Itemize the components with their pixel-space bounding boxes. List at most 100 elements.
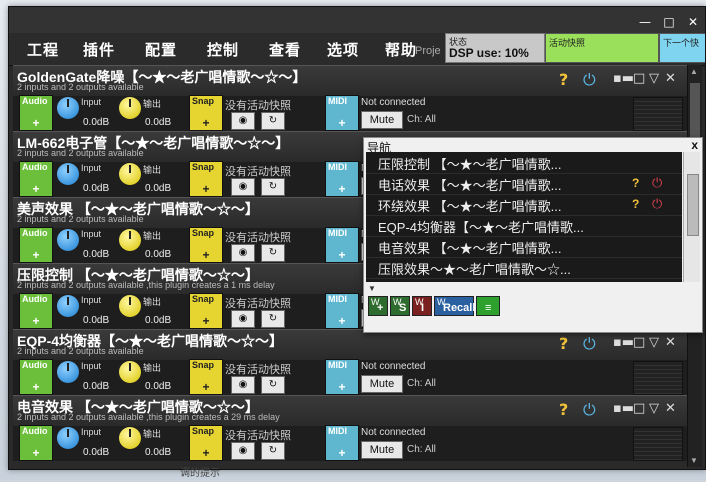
navigator-item[interactable]: EQP-4均衡器【～★～老广唱情歌...: [366, 215, 682, 237]
midi-button[interactable]: MIDI +: [325, 293, 359, 329]
midi-button[interactable]: MIDI +: [325, 227, 359, 263]
refresh-icon[interactable]: ↻: [261, 310, 285, 328]
menu-help[interactable]: 帮助: [385, 39, 417, 60]
maximize-button[interactable]: □: [661, 15, 677, 29]
refresh-icon[interactable]: ↻: [261, 178, 285, 196]
input-gain-knob[interactable]: [57, 163, 79, 185]
options-icon[interactable]: ▪▬: [613, 401, 634, 416]
output-gain-knob[interactable]: [119, 361, 141, 383]
navigator-item[interactable]: 压限效果～★～老广唱情歌～☆...: [366, 257, 682, 279]
navigator-action-button[interactable]: W Recall: [434, 296, 475, 316]
navigator-item[interactable]: 环绕效果 【～★～老广唱情歌...? ⏻: [366, 194, 682, 216]
output-gain-knob[interactable]: [119, 229, 141, 251]
output-gain-knob[interactable]: [119, 97, 141, 119]
input-gain-knob[interactable]: [57, 295, 79, 317]
output-gain-knob[interactable]: [119, 163, 141, 185]
close-button[interactable]: ✕: [685, 15, 701, 29]
snapshot-button[interactable]: Snap +: [189, 293, 223, 329]
options-icon[interactable]: ▪▬: [613, 71, 634, 86]
navigator-item[interactable]: 美声效果 【～★～老广唱情歌: [366, 278, 682, 282]
navigator-scroll-thumb[interactable]: [687, 174, 699, 236]
collapse-icon[interactable]: ▽: [649, 335, 659, 350]
camera-icon[interactable]: ◉: [231, 310, 255, 328]
active-snapshot-box[interactable]: 活动快照: [545, 33, 659, 63]
help-icon[interactable]: ?: [632, 176, 639, 190]
scroll-down-icon[interactable]: ▼: [690, 456, 698, 465]
camera-icon[interactable]: ◉: [231, 244, 255, 262]
navigator-close-icon[interactable]: x: [691, 138, 698, 152]
snapshot-button[interactable]: Snap +: [189, 95, 223, 131]
next-snapshot-box[interactable]: 下一个快: [659, 33, 705, 63]
camera-icon[interactable]: ◉: [231, 376, 255, 394]
audio-routing-button[interactable]: Audio +: [19, 293, 53, 329]
camera-icon[interactable]: ◉: [231, 112, 255, 130]
menu-control[interactable]: 控制: [207, 39, 239, 60]
audio-routing-button[interactable]: Audio +: [19, 161, 53, 197]
remove-icon[interactable]: ✕: [665, 401, 676, 416]
remove-icon[interactable]: ✕: [665, 71, 676, 86]
mute-button[interactable]: Mute: [361, 111, 403, 129]
remove-icon[interactable]: ✕: [665, 335, 676, 350]
midi-button[interactable]: MIDI +: [325, 359, 359, 395]
menu-config[interactable]: 配置: [145, 39, 177, 60]
help-icon[interactable]: ?: [632, 197, 639, 211]
input-gain-knob[interactable]: [57, 229, 79, 251]
collapse-icon[interactable]: ▽: [649, 71, 659, 86]
menu-view[interactable]: 查看: [269, 39, 301, 60]
midi-button[interactable]: MIDI +: [325, 95, 359, 131]
minimize-button[interactable]: —: [637, 15, 653, 29]
menu-plugins[interactable]: 插件: [83, 39, 115, 60]
output-gain-knob[interactable]: [119, 427, 141, 449]
navigator-item[interactable]: 电话效果 【～★～老广唱情歌...? ⏻: [366, 173, 682, 195]
window-icon[interactable]: □: [633, 335, 645, 350]
navigator-action-button[interactable]: ≡: [476, 296, 500, 316]
help-icon[interactable]: ?: [559, 70, 568, 89]
navigator-action-button[interactable]: WS: [390, 296, 410, 316]
add-icon: +: [338, 380, 346, 394]
menu-project[interactable]: 工程: [27, 39, 59, 60]
power-icon[interactable]: ⏻: [583, 400, 596, 420]
camera-icon[interactable]: ◉: [231, 178, 255, 196]
window-icon[interactable]: □: [633, 71, 645, 86]
snap-label: Snap: [192, 162, 215, 172]
power-icon[interactable]: ⏻: [652, 175, 662, 191]
midi-button[interactable]: MIDI +: [325, 161, 359, 197]
options-icon[interactable]: ▪▬: [613, 335, 634, 350]
window-icon[interactable]: □: [633, 401, 645, 416]
menu-options[interactable]: 选项: [327, 39, 359, 60]
snapshot-button[interactable]: Snap +: [189, 359, 223, 395]
refresh-icon[interactable]: ↻: [261, 112, 285, 130]
input-value: 0.0dB: [83, 183, 110, 194]
camera-icon[interactable]: ◉: [231, 442, 255, 460]
navigator-action-button[interactable]: WI: [412, 296, 432, 316]
audio-routing-button[interactable]: Audio +: [19, 425, 53, 461]
snapshot-button[interactable]: Snap +: [189, 227, 223, 263]
refresh-icon[interactable]: ↻: [261, 442, 285, 460]
output-gain-knob[interactable]: [119, 295, 141, 317]
navigator-collapse-icon[interactable]: ▼: [368, 284, 376, 293]
collapse-icon[interactable]: ▽: [649, 401, 659, 416]
navigator-item[interactable]: 电音效果 【～★～老广唱情歌...: [366, 236, 682, 258]
power-icon[interactable]: ⏻: [583, 334, 596, 354]
audio-routing-button[interactable]: Audio +: [19, 227, 53, 263]
input-gain-knob[interactable]: [57, 361, 79, 383]
audio-routing-button[interactable]: Audio +: [19, 95, 53, 131]
navigator-item[interactable]: 压限控制 【～★～老广唱情歌...: [366, 152, 682, 174]
refresh-icon[interactable]: ↻: [261, 376, 285, 394]
navigator-scrollbar[interactable]: [683, 152, 700, 282]
snapshot-button[interactable]: Snap +: [189, 161, 223, 197]
power-icon[interactable]: ⏻: [583, 70, 596, 90]
mute-button[interactable]: Mute: [361, 375, 403, 393]
power-icon[interactable]: ⏻: [652, 196, 662, 212]
midi-button[interactable]: MIDI +: [325, 425, 359, 461]
input-gain-knob[interactable]: [57, 97, 79, 119]
navigator-action-button[interactable]: W +: [368, 296, 388, 316]
scroll-up-icon[interactable]: ▲: [690, 67, 698, 76]
help-icon[interactable]: ?: [559, 334, 568, 353]
help-icon[interactable]: ?: [559, 400, 568, 419]
mute-button[interactable]: Mute: [361, 441, 403, 459]
snapshot-button[interactable]: Snap +: [189, 425, 223, 461]
refresh-icon[interactable]: ↻: [261, 244, 285, 262]
input-gain-knob[interactable]: [57, 427, 79, 449]
audio-routing-button[interactable]: Audio +: [19, 359, 53, 395]
